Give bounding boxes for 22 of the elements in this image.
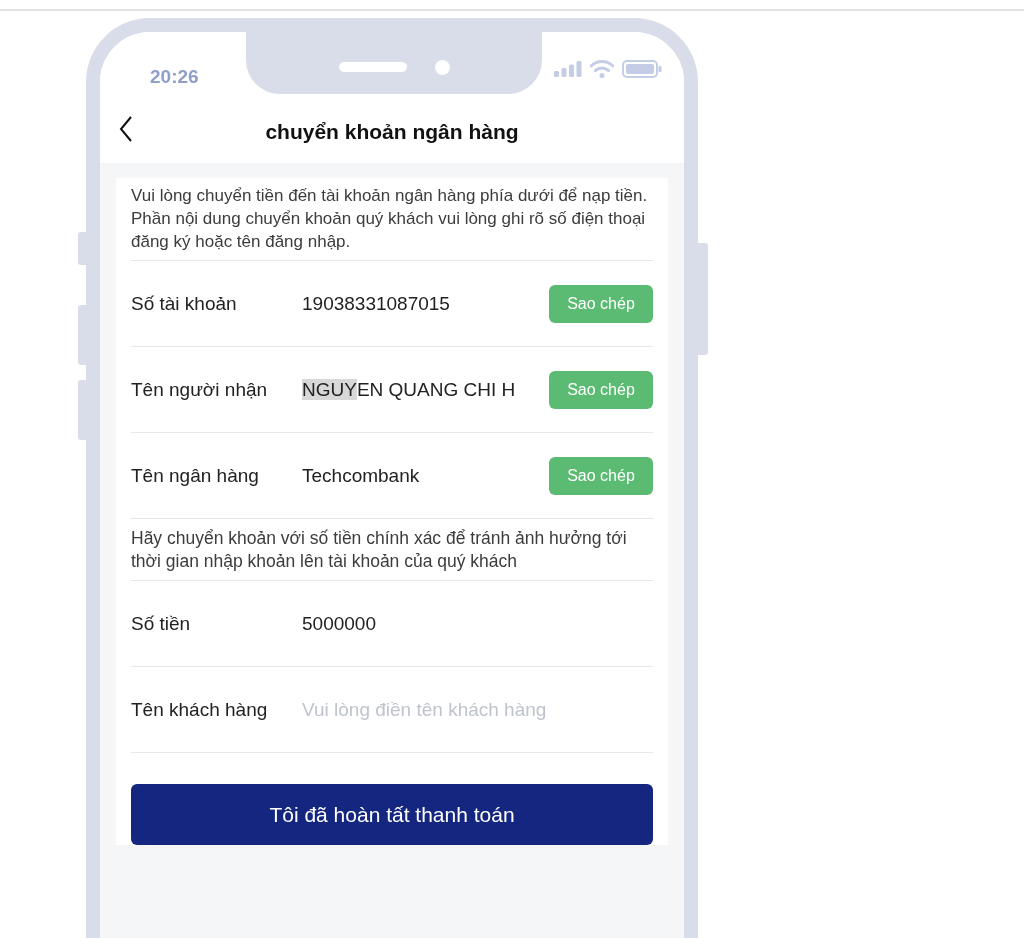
battery-icon [622,60,662,78]
field-label: Tên khách hàng [131,698,269,721]
field-value: Techcombank [302,464,421,487]
field-value: 19038331087015 [302,292,451,315]
back-icon[interactable] [118,116,134,144]
status-time: 20:26 [150,66,199,88]
name-field[interactable]: Vui lòng điền tên khách hàng [302,698,653,721]
field-label: Tên ngân hàng [131,464,260,487]
note-text: Hãy chuyển khoản với số tiền chính xác để tránh ảnh hưởng tới thời gian nhập khoản lên tài khoản của quý khách [131,527,628,573]
field-value: 5000000 [302,612,377,635]
copy-button[interactable]: Sao chép [549,456,653,495]
field-label: Tên người nhận [131,378,269,401]
wifi-icon [590,60,614,78]
field-label: Số tiền [131,612,192,635]
field-value: NGUYEN QUANG CHI H [302,378,517,401]
instruction-text: Vui lòng chuyển tiền đến tài khoản ngân hàng phía dưới để nạp tiền. Phần nội dung chuyển khoản quý khách vui lòng ghi rõ số điện thoại đăng ký hoặc tên đăng nhập. [131,178,653,261]
copy-button[interactable]: Sao chép [549,284,653,323]
field-label: Số tài khoản [131,292,238,315]
copy-button[interactable]: Sao chép [549,370,653,409]
signal-icon [554,61,582,77]
page-title: chuyển khoản ngân hàng [265,119,519,144]
submit-button[interactable]: Tôi đã hoàn tất thanh toán [131,784,653,845]
